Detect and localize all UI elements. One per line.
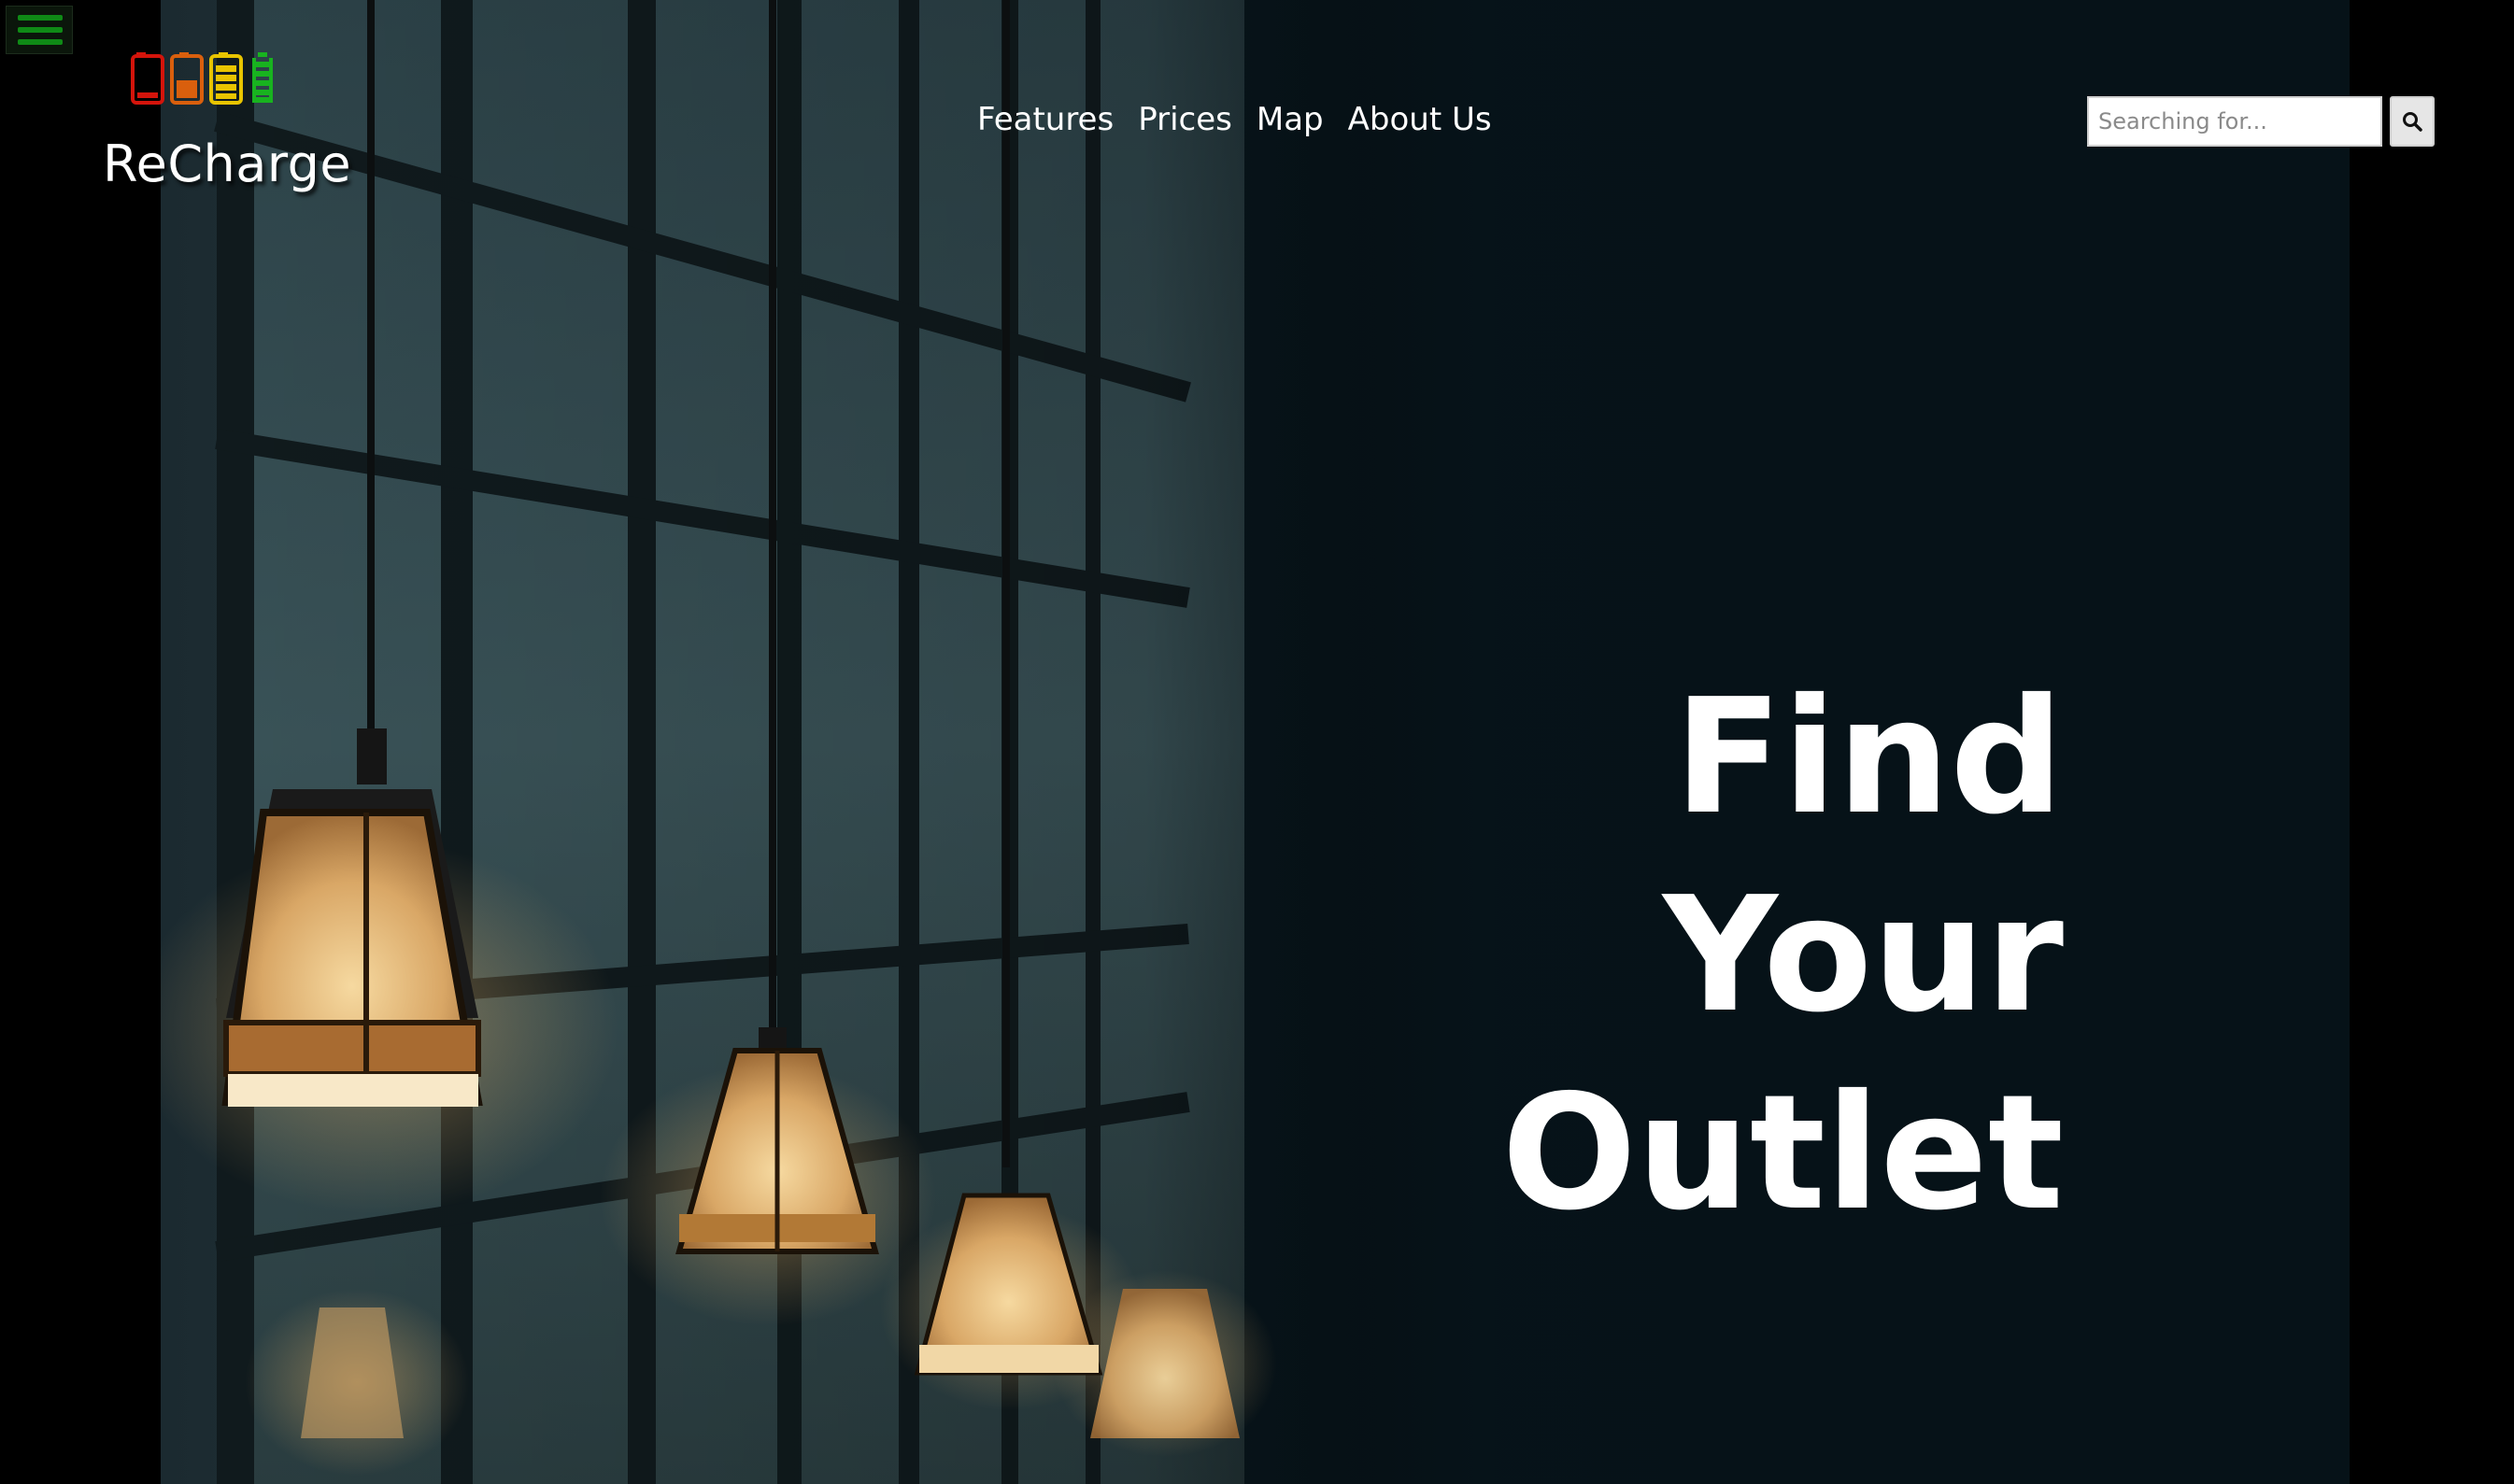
brand-name: ReCharge xyxy=(103,134,352,193)
search-button[interactable] xyxy=(2390,96,2435,147)
nav-link-prices[interactable]: Prices xyxy=(1138,101,1232,138)
hamburger-menu-button[interactable] xyxy=(6,6,73,54)
search-form xyxy=(2087,96,2435,147)
nav-link-features[interactable]: Features xyxy=(977,101,1114,138)
nav-link-about-us[interactable]: About Us xyxy=(1348,101,1492,138)
hero-headline-line-2: Your xyxy=(1662,863,2064,1048)
search-input[interactable] xyxy=(2087,96,2382,147)
battery-red-icon xyxy=(131,52,164,105)
battery-yellow-icon xyxy=(209,52,243,105)
battery-levels-icon xyxy=(131,52,273,105)
hero-headline-line-3: Outlet xyxy=(1501,1061,2064,1246)
nav-link-map[interactable]: Map xyxy=(1257,101,1324,138)
logo[interactable]: ReCharge xyxy=(103,47,351,205)
main-nav: Features Prices Map About Us xyxy=(977,101,1492,138)
page: ReCharge Features Prices Map About Us Fi… xyxy=(0,0,2514,1484)
hero-headline-line-1: Find xyxy=(1673,665,2064,850)
search-icon xyxy=(2403,112,2422,132)
battery-green-icon xyxy=(252,52,273,103)
hero-headline: Find Your Outlet xyxy=(1501,658,2064,1252)
battery-orange-icon xyxy=(170,52,204,105)
